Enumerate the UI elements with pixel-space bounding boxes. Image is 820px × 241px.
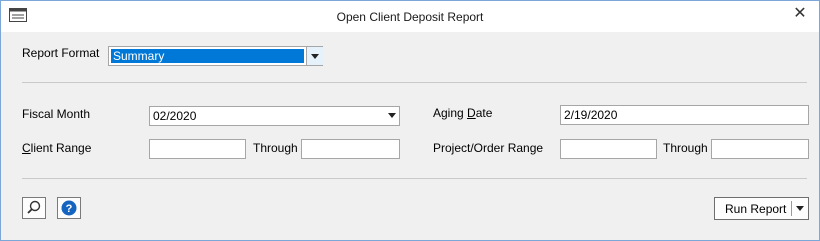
project-range-label: Project/Order Range	[433, 141, 544, 155]
split-separator	[791, 201, 792, 216]
dropdown-button[interactable]	[306, 47, 323, 65]
help-icon: ?	[61, 200, 77, 216]
magnifier-icon	[27, 200, 41, 214]
client-range-from-input[interactable]	[149, 139, 246, 159]
fiscal-month-value: 02/2020	[153, 109, 197, 123]
divider-bottom	[22, 178, 807, 179]
project-range-through-input[interactable]	[711, 139, 809, 159]
title-bar: Open Client Deposit Report ✕	[1, 1, 819, 32]
run-report-button[interactable]: Run Report	[714, 197, 809, 220]
fiscal-month-select[interactable]: 02/2020	[149, 106, 400, 126]
close-icon[interactable]: ✕	[791, 5, 809, 23]
chevron-down-icon[interactable]	[796, 206, 804, 211]
chevron-down-icon	[388, 113, 396, 118]
fiscal-month-label: Fiscal Month	[22, 107, 91, 121]
report-format-select[interactable]: Summary	[108, 46, 323, 66]
window-title: Open Client Deposit Report	[336, 10, 484, 24]
client-range-label: Client Range	[22, 141, 92, 155]
report-format-value: Summary	[113, 49, 165, 63]
dialog-window: Open Client Deposit Report ✕ Report Form…	[0, 0, 820, 241]
report-format-label: Report Format	[22, 46, 100, 60]
chevron-down-icon	[311, 54, 319, 59]
project-through-label: Through	[663, 141, 708, 155]
client-range-through-input[interactable]	[301, 139, 400, 159]
svg-text:?: ?	[66, 203, 73, 215]
search-button[interactable]	[22, 197, 46, 219]
divider-top	[22, 82, 807, 83]
project-range-from-input[interactable]	[560, 139, 657, 159]
help-button[interactable]: ?	[57, 197, 81, 219]
aging-date-label: Aging Date	[433, 106, 493, 120]
aging-date-input[interactable]: 2/19/2020	[560, 105, 809, 125]
client-through-label: Through	[253, 141, 298, 155]
run-report-label: Run Report	[725, 202, 787, 216]
